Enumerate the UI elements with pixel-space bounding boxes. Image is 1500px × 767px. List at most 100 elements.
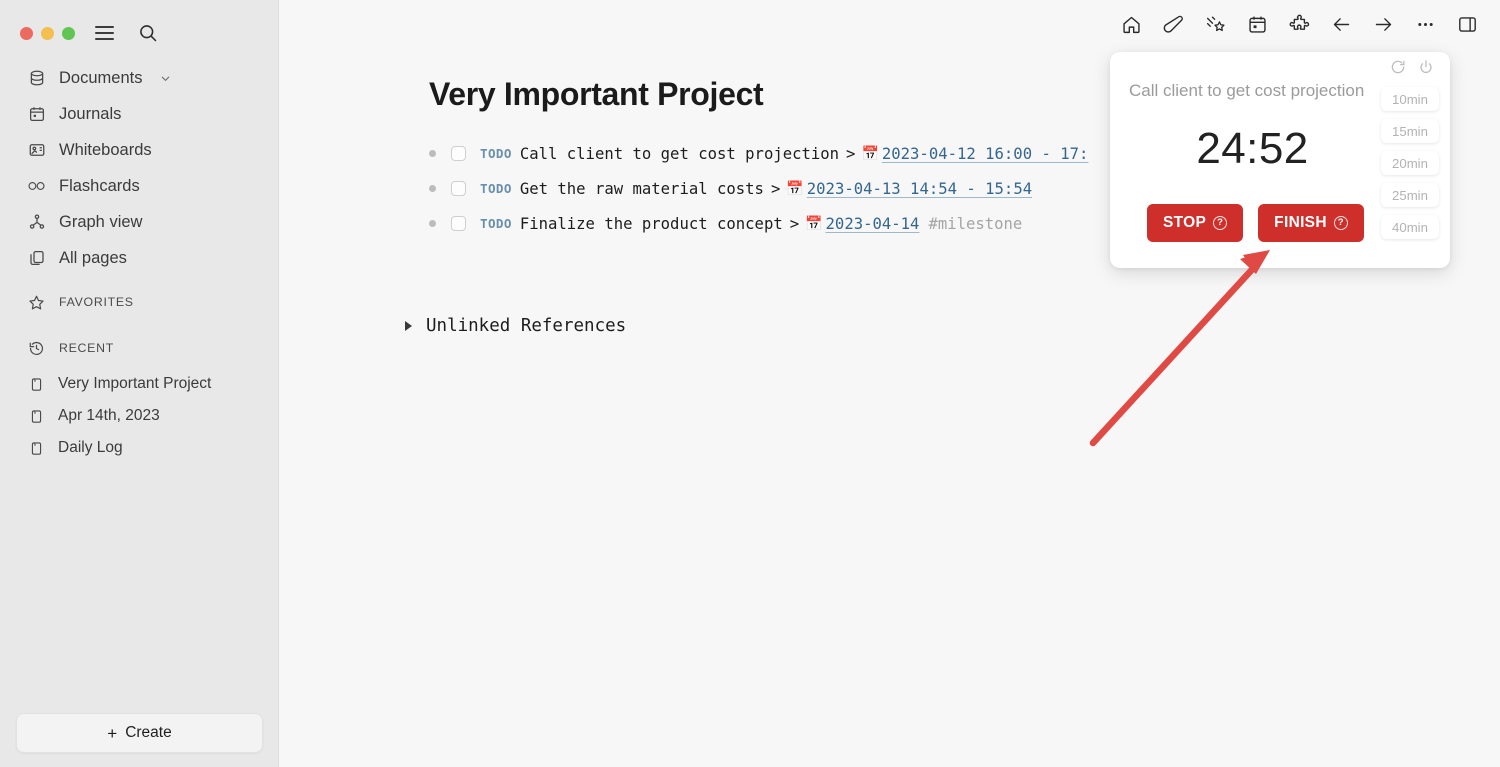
sidebar-item-all-pages[interactable]: All pages [0, 240, 278, 276]
calendar-icon[interactable] [1242, 9, 1272, 39]
finish-button[interactable]: FINISH ? [1258, 204, 1364, 242]
timer-reset-icon[interactable] [1390, 59, 1406, 75]
todo-keyword[interactable]: TODO [480, 146, 512, 161]
section-label: FAVORITES [59, 295, 134, 309]
todo-checkbox[interactable] [451, 216, 466, 231]
chevron-down-icon[interactable] [160, 73, 171, 84]
top-toolbar [1116, 0, 1500, 48]
finish-button-label: FINISH [1274, 214, 1327, 231]
todo-checkbox[interactable] [451, 146, 466, 161]
help-icon: ? [1213, 216, 1228, 230]
stop-button-label: STOP [1163, 214, 1207, 231]
hamburger-icon[interactable] [95, 26, 114, 40]
preset-10min[interactable]: 10min [1381, 87, 1439, 111]
pages-icon [27, 249, 46, 268]
preset-15min[interactable]: 15min [1381, 119, 1439, 143]
maximize-window-button[interactable] [62, 26, 75, 40]
help-icon: ? [1333, 216, 1348, 230]
sidebar-item-label: Documents [59, 68, 143, 87]
arrow-left-icon[interactable] [1326, 9, 1356, 39]
pomodoro-timer-popup: Call client to get cost projection 24:52… [1110, 52, 1450, 268]
create-button[interactable]: + Create [16, 713, 263, 753]
todo-keyword[interactable]: TODO [480, 216, 512, 231]
timer-popup-icons [1390, 59, 1434, 75]
block-bullet[interactable] [429, 150, 436, 157]
recent-item-daily-log[interactable]: Daily Log [0, 432, 278, 464]
timer-preset-list: 10min 15min 20min 25min 40min [1381, 87, 1439, 239]
todo-date-link[interactable]: 2023-04-12 16:00 - 17: [882, 145, 1089, 163]
recent-item-label: Very Important Project [58, 375, 212, 392]
todo-separator: > [770, 179, 781, 198]
search-icon[interactable] [138, 23, 158, 43]
sidebar-item-label: Whiteboards [59, 140, 152, 159]
chevron-right-icon [405, 321, 412, 331]
puzzle-icon[interactable] [1284, 9, 1314, 39]
timer-actions: STOP ? FINISH ? [1147, 204, 1364, 242]
todo-tag[interactable]: #milestone [928, 215, 1022, 233]
page-title: Very Important Project [429, 76, 764, 112]
page-icon [28, 408, 44, 424]
create-button-label: Create [125, 724, 172, 741]
sidebar-section-recent[interactable]: RECENT [0, 328, 278, 368]
todo-date-link[interactable]: 2023-04-14 [826, 215, 920, 233]
more-dots-icon[interactable] [1410, 9, 1440, 39]
calendar-emoji-icon: 📅 [786, 180, 804, 197]
shooting-star-icon[interactable] [1200, 9, 1230, 39]
app-window: Documents Journals Whiteboards Flashcard… [0, 0, 1500, 767]
todo-text: Get the raw material costs [519, 179, 764, 198]
sidebar-item-label: Journals [59, 104, 122, 123]
arrow-right-icon[interactable] [1368, 9, 1398, 39]
power-icon[interactable] [1418, 59, 1434, 75]
todo-text: Call client to get cost projection [519, 144, 840, 163]
close-window-button[interactable] [20, 26, 33, 40]
plus-icon: + [107, 723, 118, 743]
unlinked-references-toggle[interactable]: Unlinked References [405, 316, 626, 336]
home-icon[interactable] [1116, 9, 1146, 39]
recent-item-apr-14th-2023[interactable]: Apr 14th, 2023 [0, 400, 278, 432]
block-bullet[interactable] [429, 220, 436, 227]
todo-date-link[interactable]: 2023-04-13 14:54 - 15:54 [807, 180, 1032, 198]
sidebar-section-favorites[interactable]: FAVORITES [0, 282, 278, 322]
preset-40min[interactable]: 40min [1381, 215, 1439, 239]
block-bullet[interactable] [429, 185, 436, 192]
page-icon [28, 440, 44, 456]
todo-separator: > [789, 214, 800, 233]
edit-pencil-icon[interactable] [1158, 9, 1188, 39]
sidebar-item-graph-view[interactable]: Graph view [0, 204, 278, 240]
star-icon [28, 294, 45, 311]
graph-icon [27, 213, 46, 232]
window-controls [0, 0, 278, 48]
page-icon [28, 376, 44, 392]
preset-25min[interactable]: 25min [1381, 183, 1439, 207]
todo-text: Finalize the product concept [519, 214, 783, 233]
stop-button[interactable]: STOP ? [1147, 204, 1244, 242]
timer-countdown: 24:52 [1196, 124, 1309, 173]
whiteboard-icon [27, 141, 46, 160]
sidebar-item-label: Graph view [59, 212, 143, 231]
section-label: RECENT [59, 341, 114, 355]
sidebar-item-journals[interactable]: Journals [0, 96, 278, 132]
right-sidebar-icon[interactable] [1452, 9, 1482, 39]
infinity-icon [27, 177, 46, 196]
sidebar-item-label: Flashcards [59, 176, 140, 195]
preset-20min[interactable]: 20min [1381, 151, 1439, 175]
sidebar-item-whiteboards[interactable]: Whiteboards [0, 132, 278, 168]
recent-item-label: Apr 14th, 2023 [58, 407, 160, 424]
sidebar-item-label: All pages [59, 248, 127, 267]
sidebar-item-flashcards[interactable]: Flashcards [0, 168, 278, 204]
recent-item-label: Daily Log [58, 439, 123, 456]
calendar-emoji-icon: 📅 [805, 215, 823, 232]
minimize-window-button[interactable] [41, 26, 54, 40]
calendar-emoji-icon: 📅 [861, 145, 879, 162]
todo-checkbox[interactable] [451, 181, 466, 196]
history-icon [28, 340, 45, 357]
recent-item-very-important-project[interactable]: Very Important Project [0, 368, 278, 400]
unlinked-references-label: Unlinked References [426, 316, 627, 336]
todo-keyword[interactable]: TODO [480, 181, 512, 196]
left-sidebar: Documents Journals Whiteboards Flashcard… [0, 0, 279, 767]
sidebar-item-documents[interactable]: Documents [0, 60, 278, 96]
sidebar-nav: Documents Journals Whiteboards Flashcard… [0, 60, 278, 276]
database-icon [27, 69, 46, 88]
calendar-icon [27, 105, 46, 124]
todo-separator: > [846, 144, 856, 163]
